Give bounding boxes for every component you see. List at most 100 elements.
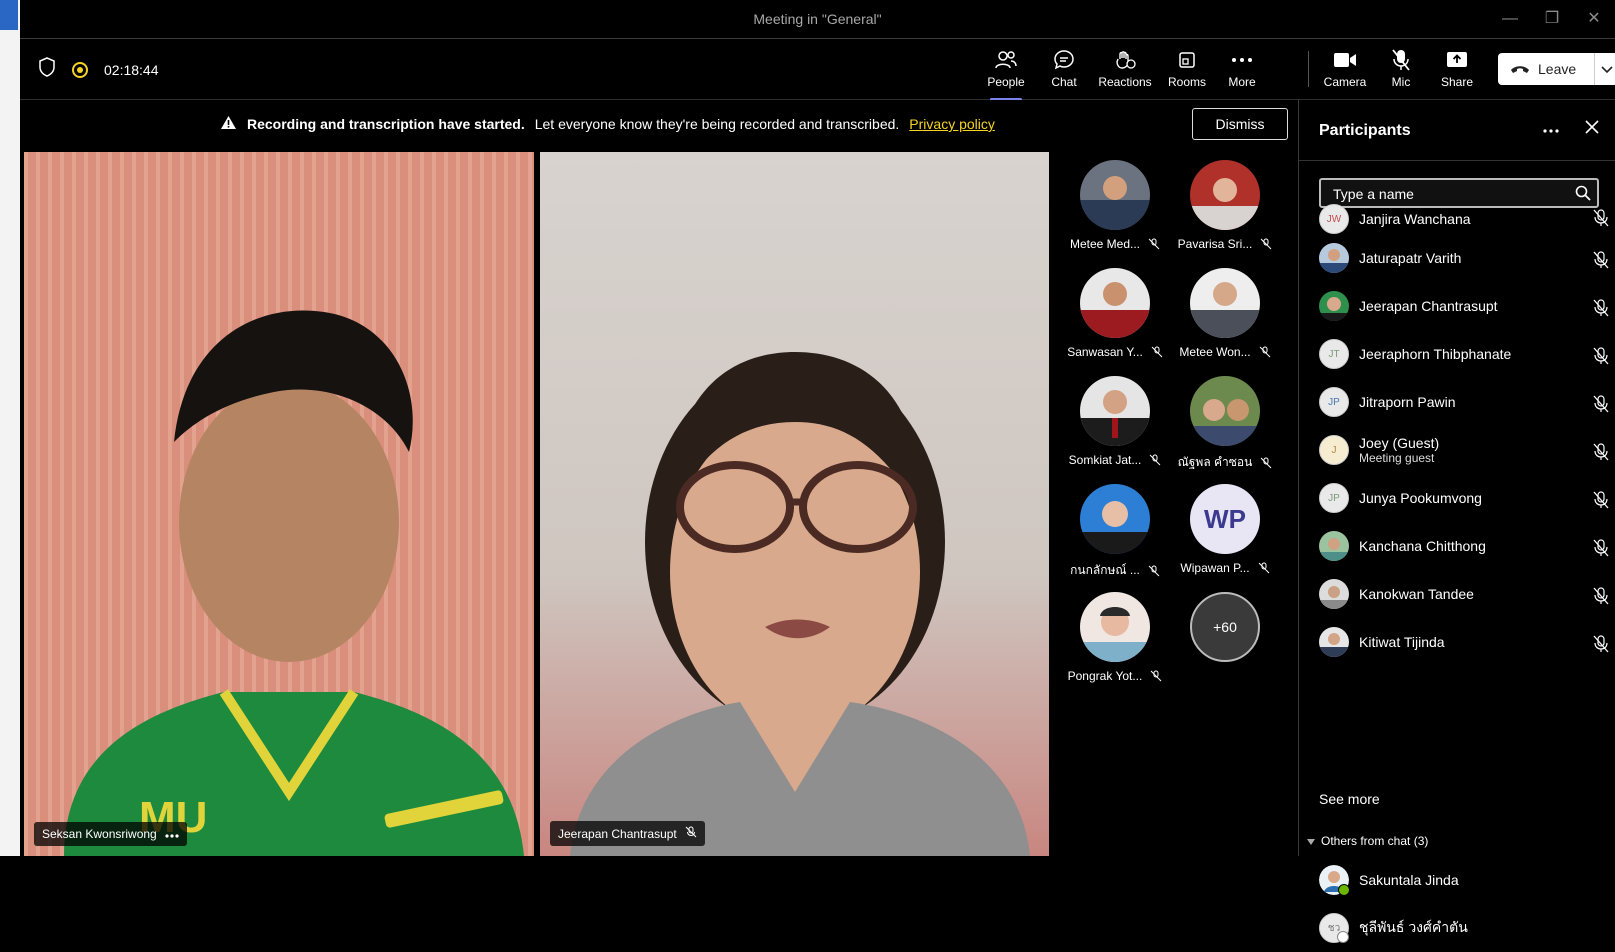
shield-icon[interactable] — [38, 57, 56, 82]
others-label: Others from chat (3) — [1321, 834, 1429, 848]
list-item[interactable]: Kanchana Chitthong — [1319, 522, 1609, 570]
participant-list: JW Janjira Wanchana Jaturapatr Varith Je… — [1319, 204, 1609, 666]
avatar — [1080, 484, 1150, 554]
title-bar: Meeting in "General" — ❐ ✕ — [20, 0, 1615, 39]
mic-off-icon — [1151, 346, 1163, 358]
others-from-chat-header[interactable]: Others from chat (3) — [1307, 834, 1428, 848]
camera-label: Camera — [1323, 75, 1367, 89]
share-icon — [1429, 47, 1485, 73]
recording-indicator-icon — [72, 61, 88, 78]
gallery-tile[interactable]: Metee Won... — [1170, 268, 1280, 359]
chevron-down-icon — [1307, 834, 1315, 848]
mic-off-icon — [1149, 454, 1161, 466]
chevron-down-icon[interactable] — [1595, 61, 1615, 77]
window-controls: — ❐ ✕ — [1499, 8, 1605, 30]
close-window-icon[interactable]: ✕ — [1583, 8, 1605, 30]
list-item[interactable]: ชว ชุลีพันธ์ วงศ์คำตัน — [1319, 904, 1609, 952]
mic-off-icon — [1593, 251, 1609, 274]
list-item[interactable]: Kanokwan Tandee — [1319, 570, 1609, 618]
more-participants-tile[interactable]: +60 — [1170, 592, 1280, 662]
gallery-tile[interactable]: Pongrak Yot... — [1060, 592, 1170, 683]
share-button[interactable]: Share — [1429, 47, 1485, 89]
participant-name: Kanchana Chitthong — [1359, 538, 1486, 554]
recording-banner: Recording and transcription have started… — [20, 100, 1298, 146]
camera-button[interactable]: Camera — [1317, 47, 1373, 89]
more-label: More — [1228, 75, 1256, 89]
list-item[interactable]: JP Junya Pookumvong — [1319, 474, 1609, 522]
leave-main[interactable]: Leave — [1498, 61, 1594, 77]
list-item[interactable]: JP Jitraporn Pawin — [1319, 378, 1609, 426]
gallery-tile[interactable]: Somkiat Jat... — [1060, 376, 1170, 467]
avatar — [1319, 531, 1349, 561]
gallery-name: กนกลักษณ์ ... — [1070, 563, 1140, 577]
mic-off-icon — [1593, 443, 1609, 466]
video-tile-seksan[interactable]: MU Seksan Kwonsriwong — [24, 152, 534, 856]
list-item[interactable]: Jaturapatr Varith — [1319, 234, 1609, 282]
gallery-tile[interactable]: Pavarisa Sri... — [1170, 160, 1280, 251]
participants-panel: Participants JW Janjira Wanchana Jaturap… — [1298, 100, 1615, 943]
close-icon[interactable] — [1585, 120, 1599, 139]
gallery-name: Pavarisa Sri... — [1177, 237, 1253, 251]
panel-tools — [1543, 120, 1599, 139]
more-button[interactable]: More — [1214, 47, 1270, 89]
list-item[interactable]: Sakuntala Jinda — [1319, 856, 1609, 904]
share-label: Share — [1440, 75, 1474, 89]
avatar: J — [1319, 435, 1349, 465]
avatar — [1080, 592, 1150, 662]
more-options-icon[interactable] — [1543, 120, 1559, 139]
offline-status-icon — [1337, 931, 1349, 943]
minimize-icon[interactable]: — — [1499, 8, 1521, 30]
rooms-label: Rooms — [1167, 75, 1206, 89]
list-item[interactable]: Kitiwat Tijinda — [1319, 618, 1609, 666]
avatar — [1080, 376, 1150, 446]
gallery-tile[interactable]: WP Wipawan P... — [1170, 484, 1280, 575]
list-item[interactable]: Jeerapan Chantrasupt — [1319, 282, 1609, 330]
participant-role: Meeting guest — [1359, 451, 1435, 465]
participant-name: Joey (Guest) — [1359, 435, 1440, 451]
search-input[interactable] — [1331, 184, 1565, 204]
participant-name: Sakuntala Jinda — [1359, 872, 1459, 888]
people-icon — [978, 47, 1034, 73]
avatar — [1319, 291, 1349, 321]
mic-off-icon — [1593, 491, 1609, 514]
gallery-tile[interactable]: Sanwasan Y... — [1060, 268, 1170, 359]
list-item[interactable]: JW Janjira Wanchana — [1319, 204, 1609, 234]
avatar: JT — [1319, 339, 1349, 369]
leave-button[interactable]: Leave — [1498, 53, 1615, 85]
video-tile-jeerapan[interactable]: Jeerapan Chantrasupt — [540, 152, 1049, 856]
rooms-button[interactable]: Rooms — [1159, 47, 1215, 89]
mic-off-icon — [1593, 209, 1609, 232]
gallery-tile[interactable]: กนกลักษณ์ ... — [1060, 484, 1170, 580]
reactions-button[interactable]: Reactions — [1092, 47, 1158, 89]
mic-button[interactable]: Mic — [1373, 47, 1429, 89]
search-icon[interactable] — [1575, 185, 1591, 206]
gallery-tile[interactable]: Metee Med... — [1060, 160, 1170, 251]
gallery-name: Pongrak Yot... — [1067, 669, 1143, 683]
mic-off-icon — [1373, 47, 1429, 73]
avatar — [1080, 268, 1150, 338]
people-button[interactable]: People — [978, 47, 1034, 101]
more-options-icon[interactable] — [165, 827, 179, 841]
video-name-seksan: Seksan Kwonsriwong — [42, 827, 157, 841]
mic-off-icon — [1258, 562, 1269, 574]
gallery-tile[interactable]: ณัฐพล คำซอน — [1170, 376, 1280, 472]
warning-icon — [220, 115, 237, 133]
avatar: JP — [1319, 387, 1349, 417]
list-item[interactable]: J Joey (Guest) Meeting guest — [1319, 426, 1609, 474]
chat-button[interactable]: Chat — [1036, 47, 1092, 89]
avatar — [1190, 376, 1260, 446]
list-item[interactable]: JT Jeeraphorn Thibphanate — [1319, 330, 1609, 378]
gallery-name: Sanwasan Y... — [1067, 345, 1143, 359]
gallery-name: Metee Med... — [1069, 237, 1141, 251]
dismiss-button[interactable]: Dismiss — [1192, 108, 1288, 140]
meeting-status: 02:18:44 — [38, 57, 159, 82]
video-feed-seksan: MU — [24, 152, 534, 856]
banner-text: Let everyone know they're being recorded… — [534, 116, 900, 132]
restore-icon[interactable]: ❐ — [1541, 8, 1563, 30]
see-more-link[interactable]: See more — [1319, 791, 1380, 807]
toolbar-divider — [1308, 51, 1309, 87]
privacy-policy-link[interactable]: Privacy policy — [909, 116, 995, 132]
mic-off-icon — [1151, 670, 1162, 682]
participant-name: Kanokwan Tandee — [1359, 586, 1474, 602]
video-name-tag: Jeerapan Chantrasupt — [550, 821, 705, 846]
